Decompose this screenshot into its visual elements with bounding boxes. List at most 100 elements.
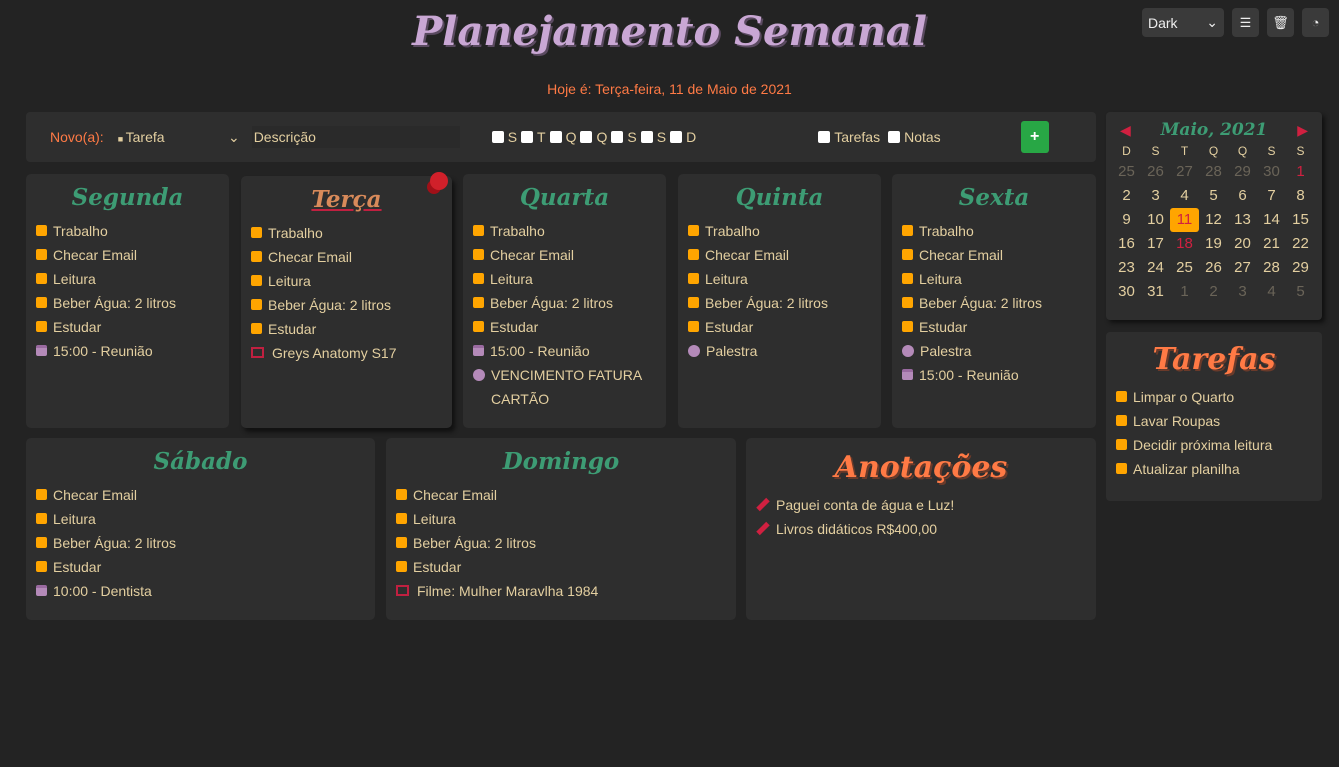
calendar-day[interactable]: 30 [1257, 160, 1286, 184]
description-input[interactable]: Descrição [251, 126, 460, 148]
weekday-checkbox[interactable]: T [521, 129, 546, 145]
list-item[interactable]: Checar Email [473, 243, 656, 267]
list-item[interactable]: Trabalho [473, 219, 656, 243]
list-item[interactable]: Beber Água: 2 litros [36, 291, 219, 315]
calendar-day[interactable]: 1 [1170, 280, 1199, 304]
note-item[interactable]: Livros didáticos R$400,00 [756, 517, 1086, 541]
list-item[interactable]: Leitura [396, 507, 726, 531]
list-item[interactable]: VENCIMENTO FATURA CARTÃO [473, 363, 656, 411]
calendar-day[interactable]: 24 [1141, 256, 1170, 280]
list-item[interactable]: Estudar [688, 315, 871, 339]
list-item[interactable]: Palestra [902, 339, 1086, 363]
task-item[interactable]: Decidir próxima leitura [1116, 433, 1312, 457]
list-item[interactable]: Estudar [396, 555, 726, 579]
calendar-day[interactable]: 11 [1170, 208, 1199, 232]
calendar-day[interactable]: 3 [1141, 184, 1170, 208]
list-item[interactable]: Leitura [688, 267, 871, 291]
calendar-day[interactable]: 15 [1286, 208, 1315, 232]
calendar-day[interactable]: 21 [1257, 232, 1286, 256]
calendar-day[interactable]: 23 [1112, 256, 1141, 280]
calendar-day[interactable]: 5 [1199, 184, 1228, 208]
list-item[interactable]: Checar Email [688, 243, 871, 267]
note-item[interactable]: Paguei conta de água e Luz! [756, 493, 1086, 517]
filter-checkbox[interactable]: Tarefas [818, 129, 880, 145]
calendar-day[interactable]: 25 [1170, 256, 1199, 280]
list-item[interactable]: Checar Email [902, 243, 1086, 267]
list-item[interactable]: 15:00 - Reunião [902, 363, 1086, 387]
list-item[interactable]: Estudar [251, 317, 442, 341]
list-item[interactable]: Estudar [902, 315, 1086, 339]
weekday-checkbox[interactable]: Q [580, 129, 607, 145]
list-item[interactable]: Checar Email [396, 483, 726, 507]
list-item[interactable]: Leitura [36, 507, 365, 531]
list-item[interactable]: Leitura [473, 267, 656, 291]
filter-checkbox[interactable]: Notas [888, 129, 941, 145]
calendar-day[interactable]: 12 [1199, 208, 1228, 232]
calendar-day[interactable]: 16 [1112, 232, 1141, 256]
calendar-day[interactable]: 22 [1286, 232, 1315, 256]
task-item[interactable]: Lavar Roupas [1116, 409, 1312, 433]
list-item[interactable]: Trabalho [902, 219, 1086, 243]
calendar-day[interactable]: 26 [1199, 256, 1228, 280]
list-item[interactable]: Leitura [36, 267, 219, 291]
calendar-day[interactable]: 2 [1112, 184, 1141, 208]
task-item[interactable]: Limpar o Quarto [1116, 385, 1312, 409]
list-item[interactable]: Checar Email [36, 243, 219, 267]
weekday-checkbox[interactable]: S [611, 129, 637, 145]
calendar-day[interactable]: 20 [1228, 232, 1257, 256]
list-item[interactable]: Trabalho [36, 219, 219, 243]
chart-button[interactable]: ◔ [1302, 8, 1329, 37]
weekday-checkbox[interactable]: D [670, 129, 696, 145]
calendar-day[interactable]: 25 [1112, 160, 1141, 184]
calendar-day[interactable]: 8 [1286, 184, 1315, 208]
calendar-day[interactable]: 19 [1199, 232, 1228, 256]
calendar-day[interactable]: 13 [1228, 208, 1257, 232]
calendar-day[interactable]: 9 [1112, 208, 1141, 232]
list-item[interactable]: Checar Email [36, 483, 365, 507]
list-item[interactable]: Filme: Mulher Maravlha 1984 [396, 579, 726, 603]
list-item[interactable]: Checar Email [251, 245, 442, 269]
calendar-day[interactable]: 4 [1257, 280, 1286, 304]
list-item[interactable]: Greys Anatomy S17 [251, 341, 442, 365]
theme-select[interactable]: Dark ⌄ [1142, 8, 1224, 37]
delete-button[interactable]: 🗑 [1267, 8, 1294, 37]
list-item[interactable]: Leitura [902, 267, 1086, 291]
calendar-day[interactable]: 7 [1257, 184, 1286, 208]
calendar-day[interactable]: 2 [1199, 280, 1228, 304]
calendar-day[interactable]: 30 [1112, 280, 1141, 304]
calendar-day[interactable]: 10 [1141, 208, 1170, 232]
calendar-day[interactable]: 18 [1170, 232, 1199, 256]
list-item[interactable]: Beber Água: 2 litros [396, 531, 726, 555]
list-item[interactable]: Estudar [36, 555, 365, 579]
weekday-checkbox[interactable]: S [640, 129, 666, 145]
weekday-checkbox[interactable]: Q [549, 129, 576, 145]
calendar-day[interactable]: 14 [1257, 208, 1286, 232]
list-item[interactable]: Trabalho [688, 219, 871, 243]
list-item[interactable]: 15:00 - Reunião [36, 339, 219, 363]
list-item[interactable]: Palestra [688, 339, 871, 363]
list-item[interactable]: Beber Água: 2 litros [36, 531, 365, 555]
calendar-day[interactable]: 3 [1228, 280, 1257, 304]
calendar-day[interactable]: 29 [1286, 256, 1315, 280]
list-item[interactable]: Estudar [36, 315, 219, 339]
calendar-day[interactable]: 27 [1228, 256, 1257, 280]
calendar-day[interactable]: 29 [1228, 160, 1257, 184]
list-item[interactable]: Beber Água: 2 litros [251, 293, 442, 317]
prev-month-icon[interactable]: ◀ [1120, 122, 1131, 139]
type-select[interactable]: ■ Tarefa ⌄ [118, 129, 240, 146]
calendar-day[interactable]: 4 [1170, 184, 1199, 208]
list-item[interactable]: Beber Água: 2 litros [902, 291, 1086, 315]
list-item[interactable]: 15:00 - Reunião [473, 339, 656, 363]
task-item[interactable]: Atualizar planilha [1116, 457, 1312, 481]
calendar-day[interactable]: 28 [1199, 160, 1228, 184]
calendar-day[interactable]: 17 [1141, 232, 1170, 256]
weekday-checkbox[interactable]: S [491, 129, 517, 145]
calendar-day[interactable]: 27 [1170, 160, 1199, 184]
calendar-day[interactable]: 26 [1141, 160, 1170, 184]
checklist-button[interactable]: ☰ [1232, 8, 1259, 37]
calendar-day[interactable]: 31 [1141, 280, 1170, 304]
calendar-day[interactable]: 6 [1228, 184, 1257, 208]
next-month-icon[interactable]: ▶ [1297, 122, 1308, 139]
list-item[interactable]: Beber Água: 2 litros [473, 291, 656, 315]
list-item[interactable]: Estudar [473, 315, 656, 339]
